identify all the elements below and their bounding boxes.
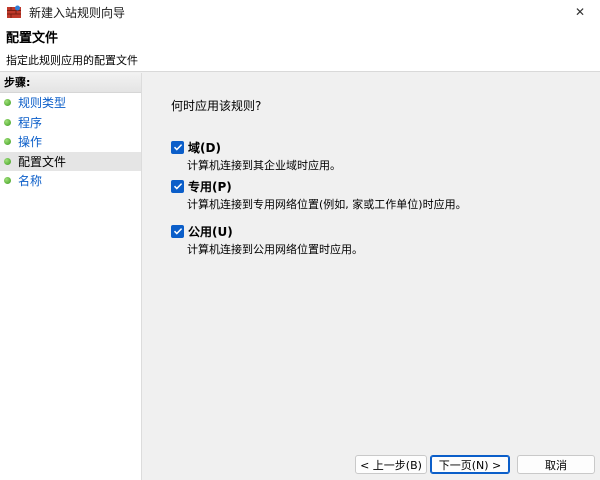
close-icon: ✕ [574,5,586,19]
page-subtitle: 指定此规则应用的配置文件 [6,54,138,67]
public-description: 计算机连接到公用网络位置时应用。 [187,243,363,256]
button-bar: < 上一步(B) 下一页(N) > 取消 [0,455,600,475]
next-button[interactable]: 下一页(N) > [430,455,510,474]
steps-sidebar: 步骤: 规则类型 程序 操作 配置文件 名称 [0,73,142,480]
sidebar-item-name[interactable]: 名称 [0,171,141,191]
firewall-app-icon [6,4,22,20]
step-status-icon [4,177,11,185]
window-title: 新建入站规则向导 [29,5,126,20]
sidebar-item-label: 配置文件 [18,154,67,169]
domain-description: 计算机连接到其企业域时应用。 [187,159,341,172]
steps-heading: 步骤: [0,73,141,93]
back-button[interactable]: < 上一步(B) [355,455,427,474]
check-icon [173,228,182,235]
title-bar: 新建入站规则向导 ✕ [0,0,600,24]
option-public: 公用(U) 计算机连接到公用网络位置时应用。 [171,223,591,257]
page-header: 配置文件 指定此规则应用的配置文件 [0,24,600,72]
sidebar-item-action[interactable]: 操作 [0,132,141,152]
public-checkbox[interactable] [171,224,184,238]
cancel-button[interactable]: 取消 [517,455,595,474]
sidebar-item-label: 程序 [18,115,43,130]
sidebar-item-label: 规则类型 [18,96,67,111]
option-domain: 域(D) 计算机连接到其企业域时应用。 [171,139,591,173]
sidebar-item-program[interactable]: 程序 [0,113,141,133]
step-status-icon [4,99,11,107]
domain-checkbox[interactable] [171,140,184,154]
public-label[interactable]: 公用(U) [188,223,233,240]
sidebar-item-label: 名称 [18,174,43,189]
main-panel: 何时应用该规则? 域(D) 计算机连接到其企业域时应用。 专用(P) 计算机连接… [143,73,600,480]
page-title: 配置文件 [6,31,59,46]
close-button[interactable]: ✕ [560,0,600,24]
option-private: 专用(P) 计算机连接到专用网络位置(例如, 家或工作单位)时应用。 [171,178,591,212]
private-description: 计算机连接到专用网络位置(例如, 家或工作单位)时应用。 [187,198,467,211]
sidebar-item-rule-type[interactable]: 规则类型 [0,93,141,113]
sidebar-item-profile[interactable]: 配置文件 [0,151,141,171]
check-icon [173,183,182,190]
question-text: 何时应用该规则? [171,99,262,113]
sidebar-item-label: 操作 [18,135,43,150]
domain-label[interactable]: 域(D) [188,139,221,156]
private-checkbox[interactable] [171,179,184,193]
step-status-icon [4,138,11,146]
step-status-icon [4,157,11,165]
private-label[interactable]: 专用(P) [188,178,232,195]
step-status-icon [4,118,11,126]
check-icon [173,144,182,151]
